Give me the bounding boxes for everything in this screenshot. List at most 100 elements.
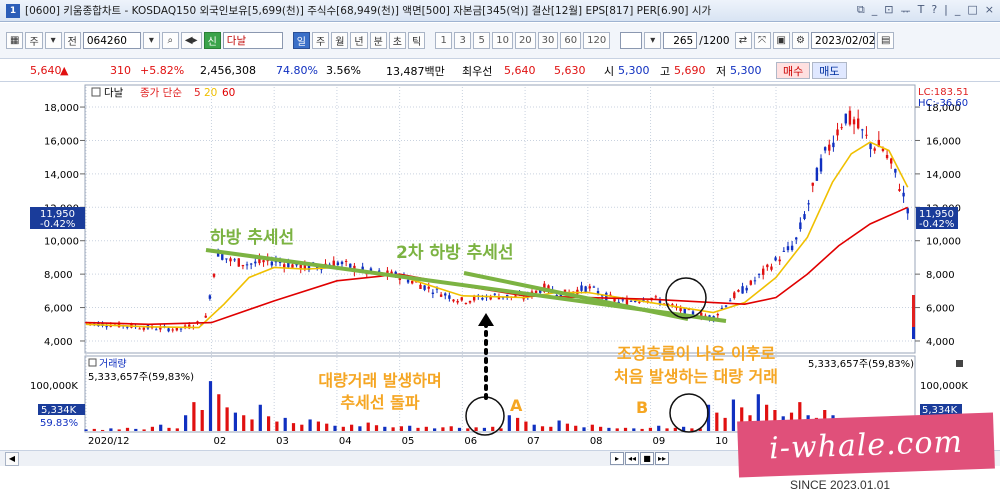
candle-body [105,326,108,328]
period-week-button[interactable]: 주 [311,32,330,49]
text-icon[interactable]: T [918,3,925,19]
candle-body [336,262,340,265]
period-day-button[interactable]: 일 [292,32,310,49]
minimize-window-icon[interactable]: _ [955,3,961,19]
candle-body [832,142,835,148]
window-title: [0600] 키움종합차트 - KOSDAQ150 외국인보유[5,699(천)… [25,5,712,17]
candle-body [431,292,435,294]
close-window-icon[interactable]: × [985,3,994,19]
play-icon[interactable]: ▸ [610,452,624,465]
title-bar: 1 [0600] 키움종합차트 - KOSDAQ150 외국인보유[5,699(… [0,0,1000,22]
candle-body [423,285,426,290]
y-tick-label-right: 4,000 [926,337,955,348]
forward-icon[interactable]: ▸▸ [655,452,669,465]
volume-bar [449,426,453,431]
scroll-left-icon[interactable]: ◀ [5,451,19,466]
layout-icon[interactable]: ▦ [6,32,24,49]
volume-bar [208,381,213,431]
tile-icon[interactable]: ⊡ [884,3,893,19]
minimize-icon[interactable]: _ [872,3,878,19]
x-tick-label: 07 [527,436,540,447]
candle-body [427,286,430,289]
candle-body [204,315,207,318]
rewind-icon[interactable]: ◂◂ [625,452,639,465]
restore-icon[interactable]: ⧉ [857,3,865,19]
prev-next-icon[interactable]: ◀▸ [180,32,202,49]
annotation-event-b-line1: 조정흐름이 나온 이후로 [617,344,776,363]
candle-body [823,147,827,151]
maximize-window-icon[interactable]: □ [967,3,977,19]
date-input[interactable]: 2023/02/02 [810,32,875,49]
save-icon[interactable]: ▣ [772,32,790,49]
minute-120-button[interactable]: 120 [583,32,611,49]
bar-count-input[interactable]: 265 [663,32,698,49]
candle-body [249,263,253,265]
stock-name-field[interactable]: 다날 [222,32,283,49]
candle-body [283,264,286,268]
volume-tick-right: 100,000K [920,381,968,392]
minute-20-button[interactable]: 20 [514,32,536,49]
candle-body [807,203,810,205]
chart-area[interactable]: 18,00016,00014,00012,00010,0008,0006,000… [0,83,1000,450]
volume-bar [665,428,669,431]
minute-3-button[interactable]: 3 [454,32,472,49]
help-icon[interactable]: ? [931,3,937,19]
candle-body [799,222,802,230]
interval-input[interactable] [620,32,643,49]
candle-body [254,261,257,264]
volume-bar [408,425,412,431]
new-listing-badge[interactable]: 신 [203,32,221,49]
candle-body [464,302,468,304]
crosshair-icon[interactable]: ⤧ [753,32,771,49]
sell-button[interactable]: 매도 [812,62,847,79]
volume-bar [516,417,520,431]
volume-panel-close-icon[interactable] [956,360,963,367]
stock-chart-svg[interactable]: 18,00016,00014,00012,00010,0008,0006,000… [0,83,1000,450]
candle-body [836,129,839,136]
minute-10-button[interactable]: 10 [492,32,513,49]
candle-body [270,261,274,266]
volume-bar [150,426,155,431]
period-tick-button[interactable]: 틱 [408,32,426,49]
candle-body [142,327,146,330]
volume-bar [200,410,204,431]
candle-body [638,301,641,303]
lc-label: LC:183.51 [918,87,969,98]
period-year-button[interactable]: 년 [350,32,368,49]
candle-body [344,260,348,262]
navigation-buttons: ▸ ◂◂ ■ ▸▸ [610,452,669,465]
x-tick-label: 03 [276,436,289,447]
gear-icon[interactable]: ⚙ [791,32,809,49]
minute-60-button[interactable]: 60 [560,32,582,49]
period-month-button[interactable]: 월 [331,32,349,49]
market-dropdown-icon[interactable]: ▾ [44,32,62,49]
code-input[interactable]: 064260 [82,32,141,49]
volume-bar [316,421,321,431]
candle-body [613,298,616,302]
search-icon[interactable]: ⌕ [161,32,179,49]
stop-icon[interactable]: ■ [640,452,654,465]
volume-bar [350,424,354,431]
volume-bar [399,426,404,431]
pin-icon[interactable]: ᅲ [900,3,910,19]
minute-5-button[interactable]: 5 [473,32,491,49]
volume-bar [648,427,653,431]
candle-body [406,279,410,283]
volume-bar [582,427,586,431]
code-dropdown-icon[interactable]: ▾ [142,32,160,49]
volume-bar [242,415,246,431]
minute-30-button[interactable]: 30 [537,32,559,49]
zoom-icon[interactable]: ⇄ [734,32,752,49]
calendar-icon[interactable]: ▤ [876,32,895,49]
minute-1-button[interactable]: 1 [435,32,453,49]
period-second-button[interactable]: 초 [388,32,406,49]
y-tick-label-right: 16,000 [926,136,961,147]
candle-body [237,258,240,267]
all-button[interactable]: 전 [63,32,81,49]
legend-ma-label: 종가 단순 [140,87,182,99]
interval-dropdown-icon[interactable]: ▾ [644,32,662,49]
buy-button[interactable]: 매수 [776,62,811,79]
period-minute-button[interactable]: 분 [369,32,387,49]
volume-bar [92,428,96,431]
market-button[interactable]: 주 [25,32,43,49]
